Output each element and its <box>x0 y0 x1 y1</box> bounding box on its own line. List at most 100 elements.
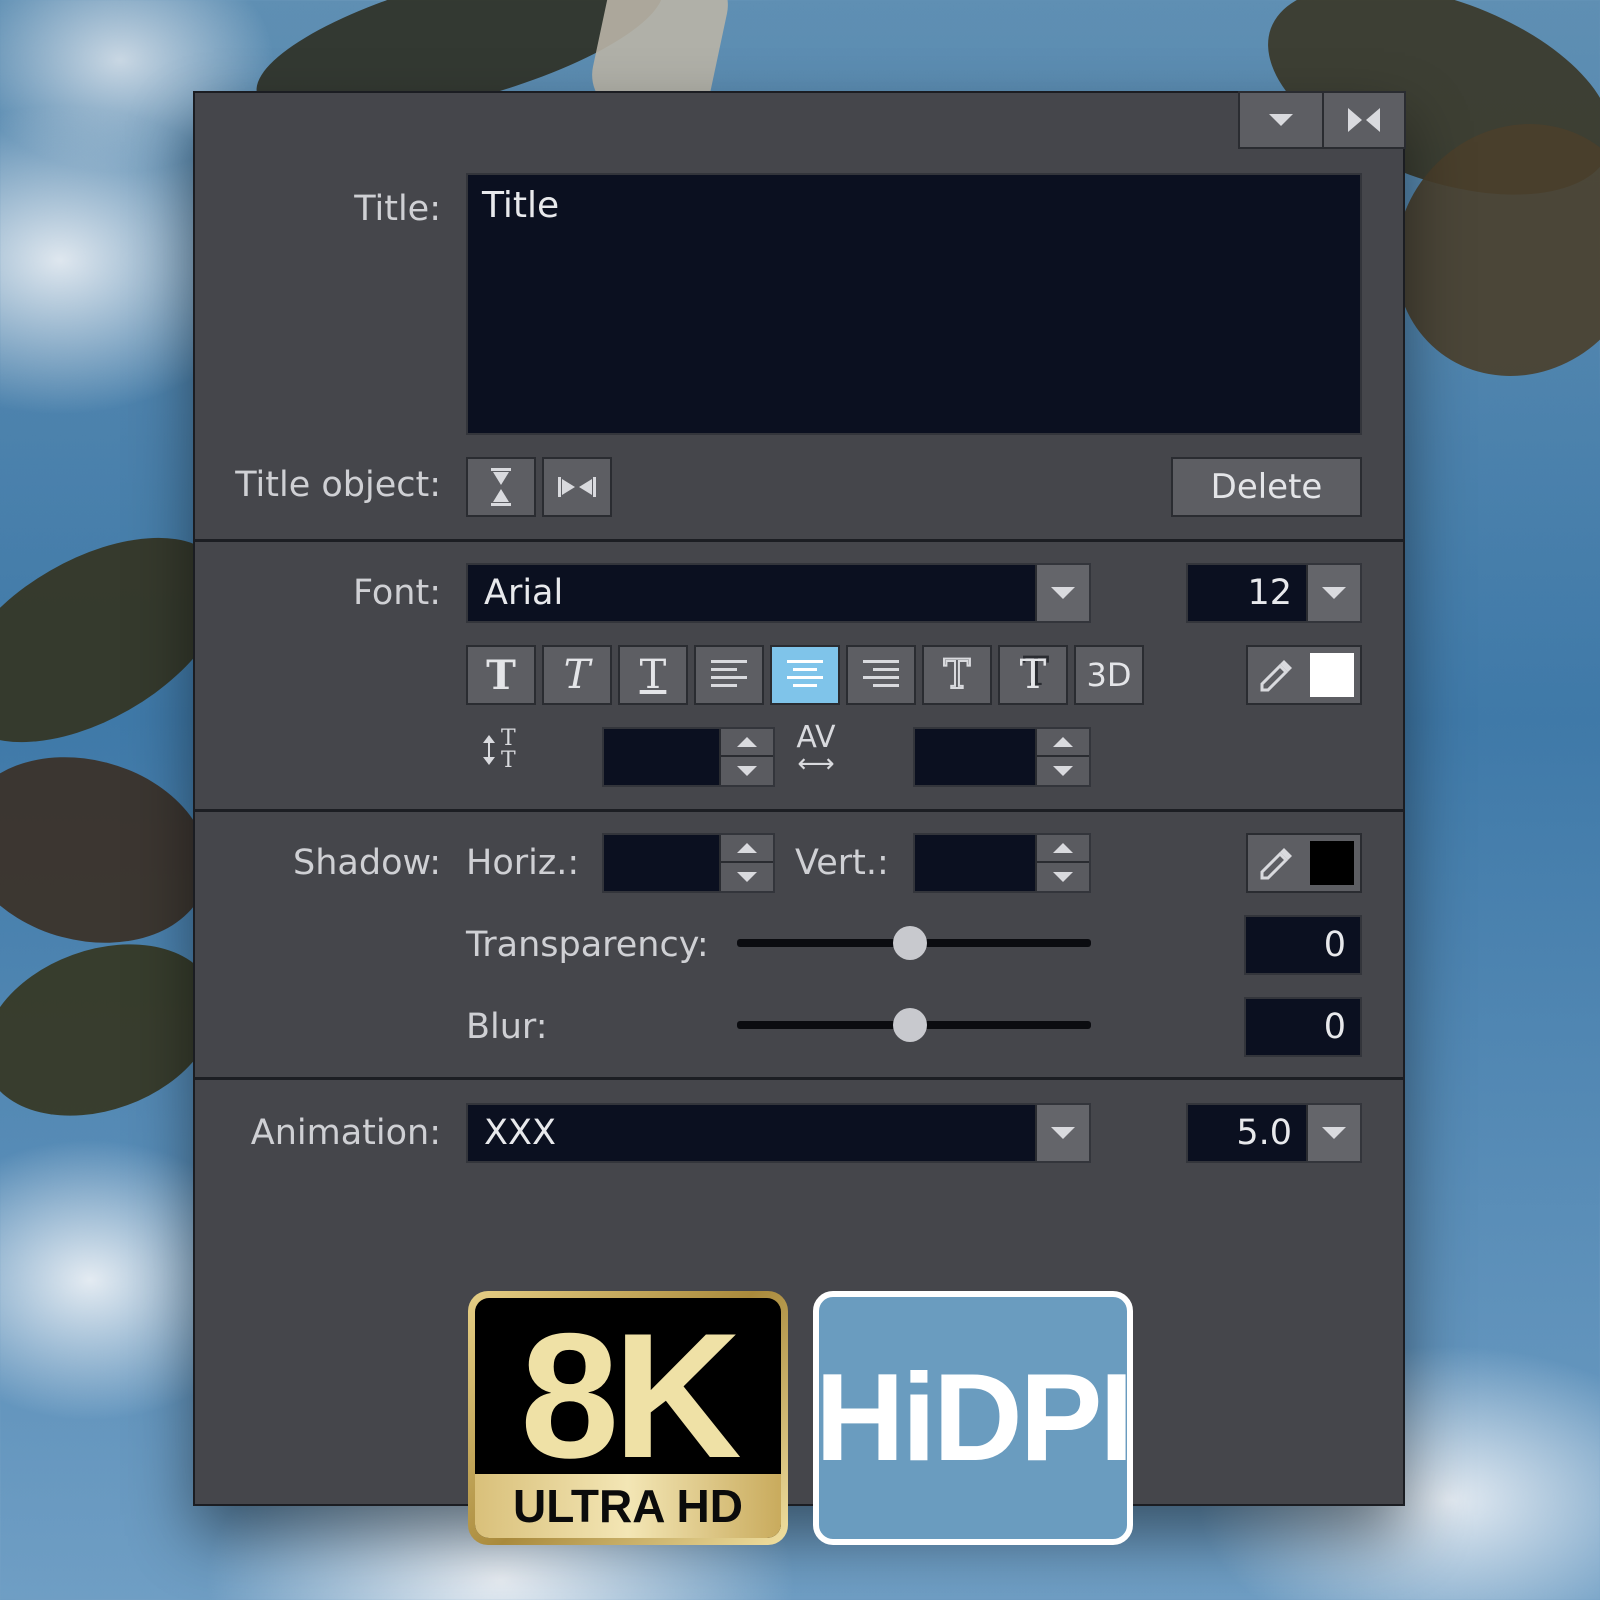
center-vertical-icon <box>491 468 511 506</box>
kerning-input[interactable] <box>913 727 1091 787</box>
shadow-color-picker[interactable] <box>1246 833 1362 893</box>
stepper-down[interactable] <box>1037 757 1089 785</box>
outline-text-icon: T <box>943 651 972 699</box>
underline-button[interactable]: T <box>618 645 688 705</box>
arrow-down-icon <box>737 872 757 882</box>
delete-button[interactable]: Delete <box>1171 457 1362 517</box>
align-center-button[interactable] <box>770 645 840 705</box>
font-size-value: 12 <box>1247 573 1292 613</box>
stepper-up[interactable] <box>721 835 773 863</box>
hidpi-badge: HiDPI <box>813 1291 1134 1545</box>
shadow-color-swatch <box>1310 841 1354 885</box>
arrow-up-icon <box>737 843 757 853</box>
title-editor-panel: Title: Title Title object: Delete Font: … <box>193 91 1406 1506</box>
animation-select[interactable]: XXX <box>466 1103 1091 1163</box>
underline-icon: T <box>639 652 667 698</box>
transparency-value: 0 <box>1323 925 1346 965</box>
dock-toggle-button[interactable] <box>1322 91 1406 149</box>
stepper-up[interactable] <box>1037 729 1089 757</box>
font-select-value: Arial <box>484 573 564 613</box>
line-spacing-icon: T T <box>483 726 516 769</box>
line-spacing-input[interactable] <box>602 727 775 787</box>
animation-duration-select[interactable]: 5.0 <box>1186 1103 1362 1163</box>
transparency-slider[interactable] <box>737 926 1091 960</box>
text-color-picker[interactable] <box>1246 645 1362 705</box>
animation-dropdown-arrow[interactable] <box>1035 1105 1089 1161</box>
align-left-button[interactable] <box>694 645 764 705</box>
blur-value: 0 <box>1323 1007 1346 1047</box>
shadow-label: Shadow: <box>293 843 441 883</box>
shadow-horiz-input[interactable] <box>602 833 775 893</box>
arrow-down-icon <box>1053 766 1073 776</box>
shadow-vert-input[interactable] <box>913 833 1091 893</box>
blur-value-field[interactable]: 0 <box>1244 997 1362 1057</box>
animation-duration-value: 5.0 <box>1236 1113 1292 1153</box>
center-horizontal-icon <box>558 477 596 497</box>
stepper-down[interactable] <box>1037 863 1089 891</box>
eyedropper-icon <box>1260 660 1292 692</box>
svg-text:T: T <box>501 748 516 769</box>
title-object-label: Title object: <box>235 465 441 505</box>
font-dropdown-arrow[interactable] <box>1035 565 1089 621</box>
section-divider <box>195 809 1403 812</box>
transparency-value-field[interactable]: 0 <box>1244 915 1362 975</box>
align-center-icon <box>787 660 823 687</box>
italic-button[interactable]: T <box>542 645 612 705</box>
shadow-vert-stepper[interactable] <box>1035 835 1089 891</box>
bold-icon: T <box>486 651 516 699</box>
animation-duration-dropdown-arrow[interactable] <box>1306 1105 1360 1161</box>
dock-toggle-icon <box>1348 108 1380 132</box>
stepper-up[interactable] <box>1037 835 1089 863</box>
section-divider <box>195 539 1403 542</box>
transparency-label: Transparency: <box>466 925 709 965</box>
outline-button[interactable]: T <box>922 645 992 705</box>
blur-slider[interactable] <box>737 1008 1091 1042</box>
font-size-select[interactable]: 12 <box>1186 563 1362 623</box>
8k-badge-text: 8K <box>520 1298 742 1495</box>
kerning-stepper[interactable] <box>1035 729 1089 785</box>
animation-label: Animation: <box>250 1113 441 1153</box>
text-color-swatch <box>1310 653 1354 697</box>
ultra-hd-badge-text: ULTRA HD <box>475 1474 781 1538</box>
transparency-slider-knob[interactable] <box>893 926 928 960</box>
stepper-down[interactable] <box>721 757 773 785</box>
collapse-button[interactable] <box>1238 91 1324 149</box>
font-select[interactable]: Arial <box>466 563 1091 623</box>
font-size-dropdown-arrow[interactable] <box>1306 565 1360 621</box>
title-text-area[interactable]: Title <box>466 173 1362 435</box>
blur-slider-knob[interactable] <box>893 1008 928 1042</box>
center-horizontal-button[interactable] <box>542 457 612 517</box>
italic-icon: T <box>563 652 591 698</box>
shadow-horiz-stepper[interactable] <box>719 835 773 891</box>
chevron-down-icon <box>1322 1127 1346 1139</box>
font-label: Font: <box>353 573 441 613</box>
3d-button[interactable]: 3D <box>1074 645 1144 705</box>
align-right-icon <box>863 660 899 687</box>
arrow-up-icon <box>737 737 757 747</box>
bold-button[interactable]: T <box>466 645 536 705</box>
section-divider <box>195 1077 1403 1080</box>
shadow-text-icon: T <box>1019 652 1047 698</box>
arrow-down-icon <box>737 766 757 776</box>
8k-ultra-hd-badge: 8K ULTRA HD <box>468 1291 788 1545</box>
stepper-down[interactable] <box>721 863 773 891</box>
arrow-down-icon <box>1053 872 1073 882</box>
3d-icon: 3D <box>1086 656 1132 694</box>
8k-badge-inner: 8K ULTRA HD <box>475 1298 781 1538</box>
kerning-icon: AV ⟷ <box>796 720 836 779</box>
line-spacing-stepper[interactable] <box>719 729 773 785</box>
text-shadow-button[interactable]: T <box>998 645 1068 705</box>
align-right-button[interactable] <box>846 645 916 705</box>
chevron-down-icon <box>1051 1127 1075 1139</box>
stepper-up[interactable] <box>721 729 773 757</box>
arrow-up-icon <box>1053 843 1073 853</box>
shadow-vert-label: Vert.: <box>795 843 889 883</box>
shadow-horiz-label: Horiz.: <box>466 843 580 883</box>
blur-label: Blur: <box>466 1007 548 1047</box>
center-vertical-button[interactable] <box>466 457 536 517</box>
align-left-icon <box>711 660 747 687</box>
eyedropper-icon <box>1260 848 1292 880</box>
animation-select-value: XXX <box>484 1113 556 1153</box>
title-text-value: Title <box>482 185 560 226</box>
chevron-down-icon <box>1322 587 1346 599</box>
